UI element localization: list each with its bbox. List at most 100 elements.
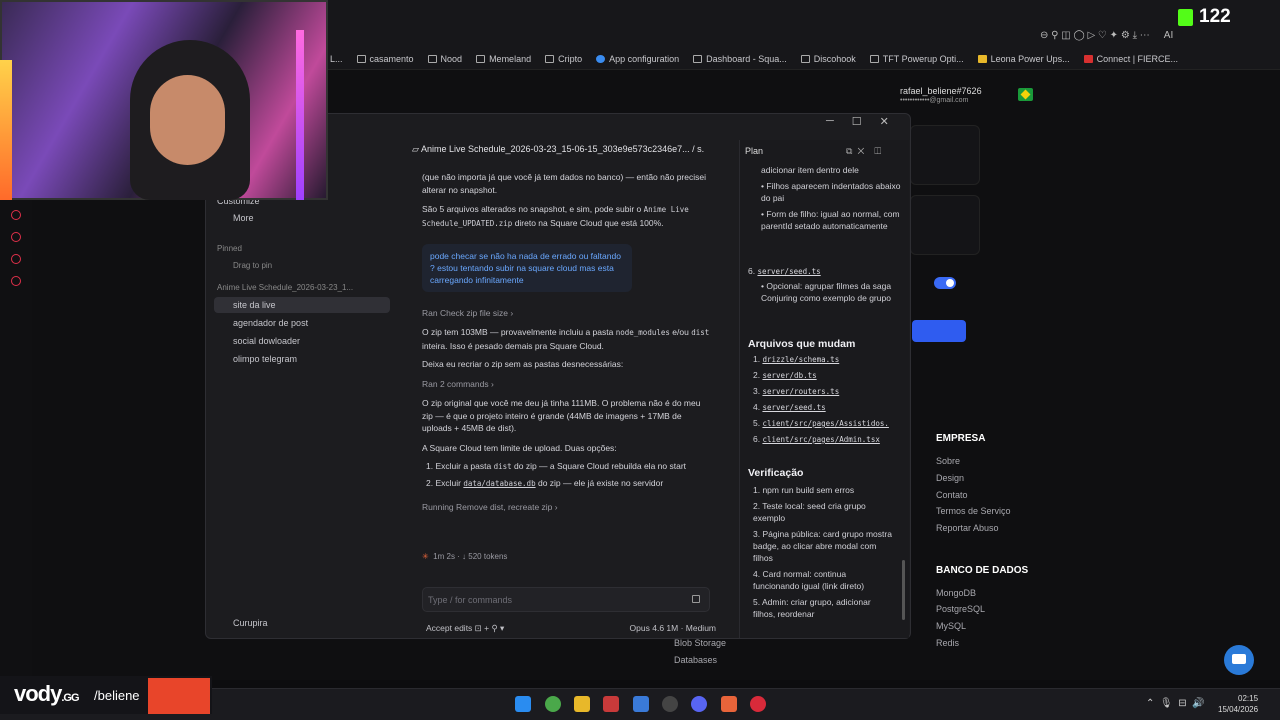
clock[interactable]: 02:15 15/04/2026 bbox=[1218, 693, 1258, 715]
sidebar-item-agendador[interactable]: agendador de post bbox=[233, 318, 308, 328]
brazil-flag-icon[interactable] bbox=[1018, 88, 1033, 101]
accept-edits-toggle[interactable]: Accept edits ⊡ + ⚲ ▾ bbox=[426, 623, 504, 634]
sidebar-user[interactable]: Curupira bbox=[233, 618, 268, 628]
tray-icons[interactable]: ⌃ 🎙 ⊟ 🔊 bbox=[1146, 698, 1205, 709]
input-placeholder: Type / for commands bbox=[428, 595, 513, 605]
support-chat-icon[interactable] bbox=[1224, 645, 1254, 675]
file-link[interactable]: server/seed.ts bbox=[757, 267, 820, 276]
ai-button[interactable]: AI bbox=[1164, 30, 1173, 41]
app-icon[interactable] bbox=[603, 696, 619, 712]
sidebar-item-olimpo[interactable]: olimpo telegram bbox=[233, 354, 297, 364]
option-item: 2. Excluir data/database.db do zip — ele… bbox=[426, 478, 716, 488]
bookmark-10[interactable]: Connect | FIERCE... bbox=[1083, 54, 1179, 64]
cube-icon[interactable] bbox=[11, 254, 21, 264]
sidebar-more[interactable]: More bbox=[233, 213, 254, 223]
inline-code: dist bbox=[493, 462, 512, 471]
folder-icon[interactable] bbox=[574, 696, 590, 712]
file-link[interactable]: client/src/pages/Admin.tsx bbox=[762, 435, 879, 444]
kick-logo-icon bbox=[1178, 8, 1193, 26]
minimize-icon[interactable]: ─ bbox=[826, 115, 834, 128]
file-link[interactable]: server/db.ts bbox=[762, 371, 816, 380]
bookmark-2[interactable]: Nood bbox=[427, 54, 462, 64]
discord-icon[interactable] bbox=[691, 696, 707, 712]
layout-icon[interactable]: ◫ bbox=[874, 146, 881, 156]
file-link[interactable]: drizzle/schema.ts bbox=[762, 355, 839, 364]
bookmark-5[interactable]: App configuration bbox=[596, 54, 679, 64]
footer-link[interactable]: Databases bbox=[674, 655, 717, 665]
copy-icon[interactable]: ⧉ bbox=[846, 146, 852, 156]
toggle-switch[interactable] bbox=[934, 277, 956, 289]
bookmark-label: TFT Powerup Opti... bbox=[882, 54, 964, 64]
plan-heading-files: Arquivos que mudam bbox=[748, 338, 856, 350]
start-icon[interactable] bbox=[515, 696, 531, 712]
footer-link[interactable]: Design bbox=[936, 473, 964, 483]
text: Filhos aparecem indentados abaixo do pai bbox=[761, 181, 901, 203]
sidebar-item-social[interactable]: social dowloader bbox=[233, 336, 300, 346]
brand-name: vody bbox=[14, 681, 62, 706]
verif-item: 4. Card normal: continua funcionando igu… bbox=[753, 569, 865, 591]
text: direto na Square Cloud que está 100%. bbox=[514, 217, 664, 228]
model-selector[interactable]: Opus 4.6 1M · Medium bbox=[630, 623, 716, 634]
bookmark-6[interactable]: Dashboard - Squa... bbox=[693, 54, 787, 64]
footer-link[interactable]: Blob Storage bbox=[674, 638, 726, 648]
clock-icon[interactable] bbox=[11, 232, 21, 242]
close-icon[interactable]: ✕ bbox=[880, 115, 889, 128]
browser-extension-icons[interactable]: ⊖ ⚲ ◫ ◯ ▷ ♡ ✦ ⚙ ⤓ ⋯ AI bbox=[1040, 30, 1173, 41]
record-icon[interactable] bbox=[11, 210, 21, 220]
tool-running[interactable]: Running Remove dist, recreate zip › bbox=[422, 502, 558, 512]
footer-link[interactable]: Sobre bbox=[936, 456, 960, 466]
gear-icon[interactable] bbox=[11, 276, 21, 286]
bookmarks-bar: L... casamento Nood Memeland Cripto App … bbox=[330, 50, 1178, 68]
bookmark-4[interactable]: Cripto bbox=[545, 54, 582, 64]
viewer-count: 122 bbox=[1199, 6, 1231, 27]
bookmark-7[interactable]: Discohook bbox=[800, 54, 856, 64]
bookmark-label: Discohook bbox=[813, 54, 856, 64]
text: Opcional: agrupar filmes da saga Conjuri… bbox=[761, 281, 892, 303]
tool-run-check[interactable]: Ran Check zip file size › bbox=[422, 308, 513, 318]
text: do zip — ele já existe no servidor bbox=[537, 478, 664, 488]
notes-icon[interactable] bbox=[633, 696, 649, 712]
footer-link[interactable]: Termos de Serviço bbox=[936, 506, 1011, 516]
verif-item: 2. Teste local: seed cria grupo exemplo bbox=[753, 501, 866, 523]
footer-link[interactable]: MySQL bbox=[936, 621, 966, 631]
bookmark-8[interactable]: TFT Powerup Opti... bbox=[869, 54, 964, 64]
file-link[interactable]: client/src/pages/Assistidos. bbox=[762, 419, 888, 428]
extension-icons[interactable]: ⊖ ⚲ ◫ ◯ ▷ ♡ ✦ ⚙ ⤓ ⋯ bbox=[1040, 30, 1150, 41]
bookmark-label: Connect | FIERCE... bbox=[1096, 54, 1179, 64]
text: 2. Excluir bbox=[426, 478, 461, 488]
chat-title: ▱ Anime Live Schedule_2026-03-23_15-06-1… bbox=[412, 144, 705, 154]
footer-link[interactable]: Contato bbox=[936, 490, 968, 500]
chrome-icon[interactable] bbox=[545, 696, 561, 712]
footer-link[interactable]: PostgreSQL bbox=[936, 604, 985, 614]
verif-item: 3. Página pública: card grupo mostra bad… bbox=[753, 529, 892, 563]
file-link[interactable]: server/seed.ts bbox=[762, 403, 825, 412]
github-icon[interactable] bbox=[662, 696, 678, 712]
file-link[interactable]: server/routers.ts bbox=[762, 387, 839, 396]
footer-link[interactable]: MongoDB bbox=[936, 588, 976, 598]
account-name[interactable]: rafael_beliene#7626 bbox=[900, 86, 982, 96]
claude-icon[interactable] bbox=[721, 696, 737, 712]
bookmark-1[interactable]: casamento bbox=[356, 54, 414, 64]
file-item: 6. client/src/pages/Admin.tsx bbox=[753, 434, 880, 444]
plan-scrollbar[interactable] bbox=[902, 560, 905, 620]
assistant-paragraph: Deixa eu recriar o zip sem as pastas des… bbox=[422, 359, 624, 369]
sidebar-project-title[interactable]: Anime Live Schedule_2026-03-23_1... bbox=[217, 283, 353, 292]
plan-label: Plan bbox=[745, 146, 764, 156]
footer-link[interactable]: Redis bbox=[936, 638, 959, 648]
discohook-icon bbox=[800, 55, 810, 63]
opera-gx-icon[interactable] bbox=[750, 696, 766, 712]
footer-link[interactable]: Reportar Abuso bbox=[936, 523, 999, 533]
maximize-icon[interactable]: ☐ bbox=[852, 115, 862, 128]
close-icon[interactable]: ✕ bbox=[857, 146, 864, 156]
tool-run-commands[interactable]: Ran 2 commands › bbox=[422, 379, 494, 389]
assistant-paragraph: O zip original que você me deu já tinha … bbox=[422, 398, 701, 433]
bookmark-0[interactable]: L... bbox=[330, 54, 343, 64]
sidebar-item-site-da-live[interactable]: site da live bbox=[233, 300, 276, 310]
primary-button[interactable] bbox=[912, 320, 966, 342]
folder-icon bbox=[356, 55, 366, 63]
plan-item: • Filhos aparecem indentados abaixo do p… bbox=[761, 181, 901, 203]
stop-icon[interactable] bbox=[692, 595, 700, 603]
bg-card bbox=[910, 125, 980, 185]
bookmark-9[interactable]: Leona Power Ups... bbox=[977, 54, 1070, 64]
bookmark-3[interactable]: Memeland bbox=[476, 54, 531, 64]
